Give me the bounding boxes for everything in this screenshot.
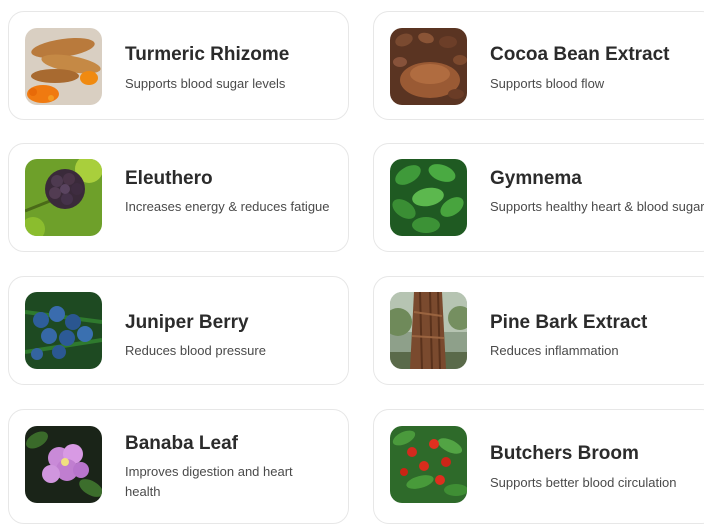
juniper-berries-image xyxy=(25,292,102,369)
ingredient-name: Turmeric Rhizome xyxy=(125,44,290,65)
ingredient-benefit: Supports blood flow xyxy=(490,76,605,91)
ingredient-card-eleuthero: Eleuthero Increases energy & reduces fat… xyxy=(8,143,349,252)
pine-bark-image xyxy=(390,292,467,369)
ingredient-card-juniper: Juniper Berry Reduces blood pressure xyxy=(8,276,349,385)
ingredient-benefit: Supports healthy heart & blood sugar xyxy=(490,199,704,214)
ingredient-benefit: Supports blood sugar levels xyxy=(125,76,286,91)
ingredient-name: Banaba Leaf xyxy=(125,433,238,454)
ingredient-name: Gymnema xyxy=(490,168,582,189)
ingredient-card-turmeric: Turmeric Rhizome Supports blood sugar le… xyxy=(8,11,349,120)
ingredient-benefit: Reduces blood pressure xyxy=(125,343,266,358)
gymnema-leaves-image xyxy=(390,159,467,236)
ingredient-name: Juniper Berry xyxy=(125,312,249,333)
ingredient-benefit: Improves digestion and heart health xyxy=(125,464,293,499)
ingredient-benefit: Increases energy & reduces fatigue xyxy=(125,199,330,214)
turmeric-root-image xyxy=(25,28,102,105)
ingredient-name: Pine Bark Extract xyxy=(490,312,648,333)
ingredient-card-butchers-broom: Butchers Broom Supports better blood cir… xyxy=(373,409,704,524)
ingredient-card-gymnema: Gymnema Supports healthy heart & blood s… xyxy=(373,143,704,252)
ingredient-name: Eleuthero xyxy=(125,168,213,189)
ingredient-benefit: Reduces inflammation xyxy=(490,343,619,358)
cocoa-beans-image xyxy=(390,28,467,105)
butchers-broom-image xyxy=(390,426,467,503)
ingredient-card-pine-bark: Pine Bark Extract Reduces inflammation xyxy=(373,276,704,385)
ingredient-card-cocoa: Cocoa Bean Extract Supports blood flow xyxy=(373,11,704,120)
eleuthero-berries-image xyxy=(25,159,102,236)
ingredient-name: Butchers Broom xyxy=(490,443,639,464)
ingredient-card-banaba: Banaba Leaf Improves digestion and heart… xyxy=(8,409,349,524)
ingredient-benefit: Supports better blood circulation xyxy=(490,475,677,490)
banaba-flower-image xyxy=(25,426,102,503)
ingredient-name: Cocoa Bean Extract xyxy=(490,44,670,65)
